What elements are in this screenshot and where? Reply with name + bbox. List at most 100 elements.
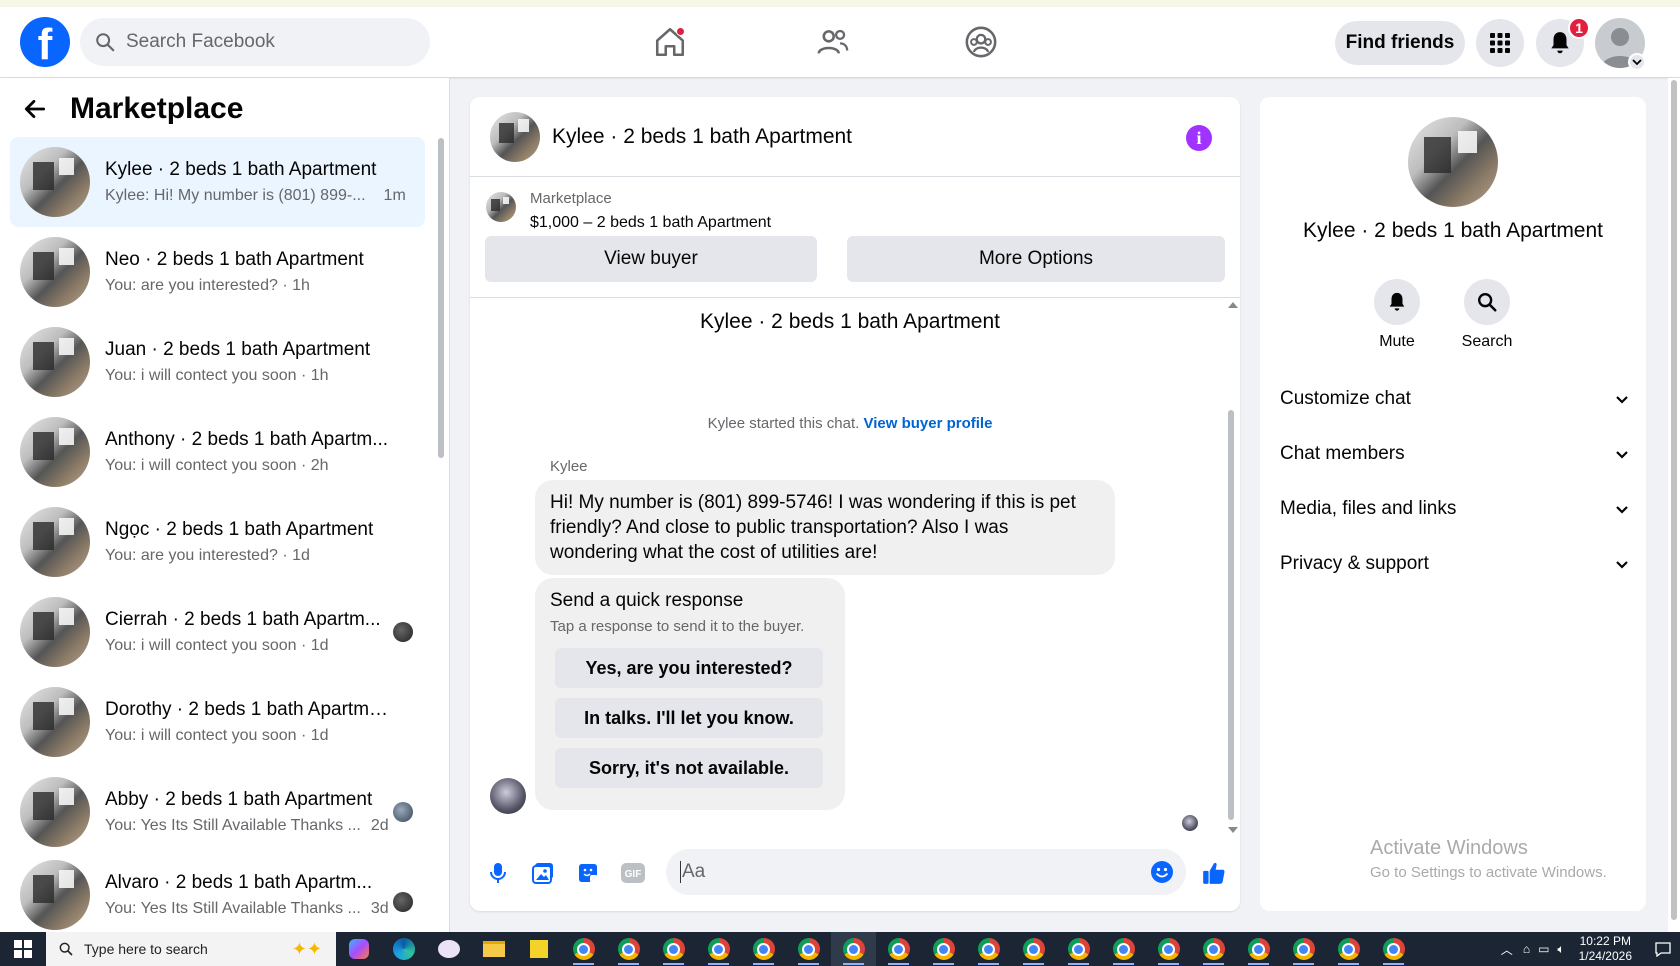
view-buyer-profile-link[interactable]: View buyer profile bbox=[863, 415, 992, 432]
paint-app[interactable] bbox=[426, 932, 471, 966]
taskbar-clock[interactable]: 10:22 PM 1/24/2026 bbox=[1579, 934, 1632, 964]
friends-nav-button[interactable] bbox=[808, 19, 858, 65]
back-arrow-icon[interactable] bbox=[22, 96, 48, 122]
view-buyer-button[interactable]: View buyer bbox=[485, 236, 817, 282]
chrome-app-3[interactable] bbox=[651, 932, 696, 966]
attach-photo-button[interactable] bbox=[525, 855, 561, 891]
chrome-app-6[interactable] bbox=[786, 932, 831, 966]
mute-action[interactable]: Mute bbox=[1352, 279, 1442, 351]
groups-nav-button[interactable] bbox=[956, 19, 1006, 65]
conversation-list-scrollbar[interactable] bbox=[437, 138, 445, 928]
chat-info-thumbnail[interactable] bbox=[1408, 117, 1498, 207]
account-chevron-button[interactable] bbox=[1628, 53, 1646, 71]
listing-title[interactable]: $1,000 – 2 beds 1 bath Apartment bbox=[530, 214, 771, 232]
volume-icon[interactable]: 🔈︎ bbox=[1557, 942, 1564, 957]
chrome-app-13[interactable] bbox=[1101, 932, 1146, 966]
chrome-app-15[interactable] bbox=[1191, 932, 1236, 966]
message-thread-scrollbar[interactable] bbox=[1225, 300, 1238, 835]
chrome-icon bbox=[887, 938, 910, 960]
conversation-item-anthony[interactable]: Anthony · 2 beds 1 bath Apartm... You: i… bbox=[10, 407, 425, 497]
sticker-button[interactable] bbox=[570, 855, 606, 891]
conversation-item-ngoc[interactable]: Ngọc · 2 beds 1 bath Apartment You: are … bbox=[10, 497, 425, 587]
chrome-app-9[interactable] bbox=[921, 932, 966, 966]
chevron-down-icon bbox=[1616, 506, 1628, 514]
taskbar-search-box[interactable]: Type here to search ✦✦ bbox=[46, 932, 336, 966]
facebook-logo[interactable]: f bbox=[20, 17, 70, 69]
start-button[interactable] bbox=[0, 932, 46, 966]
privacy-support-section[interactable]: Privacy & support bbox=[1280, 544, 1630, 584]
show-hidden-icons-chevron-icon[interactable]: ︿ bbox=[1501, 941, 1513, 958]
scrollbar-thumb[interactable] bbox=[1671, 80, 1677, 920]
menu-button[interactable] bbox=[1476, 19, 1524, 67]
scrollbar-thumb[interactable] bbox=[438, 138, 444, 458]
chrome-app-14[interactable] bbox=[1146, 932, 1191, 966]
message-input[interactable]: Aa bbox=[666, 849, 1186, 895]
more-options-button[interactable]: More Options bbox=[847, 236, 1225, 282]
file-explorer-app[interactable] bbox=[471, 932, 516, 966]
section-label: Privacy & support bbox=[1280, 553, 1429, 574]
chrome-app-8[interactable] bbox=[876, 932, 921, 966]
conversation-item-neo[interactable]: Neo · 2 beds 1 bath Apartment You: are y… bbox=[10, 227, 425, 317]
voice-clip-button[interactable] bbox=[480, 855, 516, 891]
chrome-app-19[interactable] bbox=[1371, 932, 1416, 966]
chrome-app-12[interactable] bbox=[1056, 932, 1101, 966]
chrome-app-7-active[interactable] bbox=[831, 932, 876, 966]
home-nav-button[interactable] bbox=[645, 19, 695, 65]
notifications-button[interactable]: 1 bbox=[1536, 17, 1590, 67]
sender-avatar[interactable] bbox=[490, 778, 526, 814]
chrome-app-11[interactable] bbox=[1011, 932, 1056, 966]
conversation-item-alvaro[interactable]: Alvaro · 2 beds 1 bath Apartm... You: Ye… bbox=[10, 857, 425, 932]
copilot-app[interactable] bbox=[336, 932, 381, 966]
scroll-down-arrow-icon[interactable] bbox=[1228, 827, 1238, 833]
scroll-up-arrow-icon[interactable] bbox=[1228, 302, 1238, 308]
search-in-chat-button[interactable] bbox=[1464, 279, 1510, 325]
chrome-app-5[interactable] bbox=[741, 932, 786, 966]
scrollbar-thumb[interactable] bbox=[1228, 410, 1234, 820]
chat-header-title[interactable]: Kylee · 2 beds 1 bath Apartment bbox=[552, 125, 852, 149]
chrome-icon bbox=[1247, 938, 1270, 960]
chrome-app-10[interactable] bbox=[966, 932, 1011, 966]
chrome-app-16[interactable] bbox=[1236, 932, 1281, 966]
listing-thumbnail bbox=[20, 687, 90, 757]
edge-app[interactable] bbox=[381, 932, 426, 966]
search-facebook-input[interactable]: Search Facebook bbox=[80, 18, 430, 66]
conversation-item-cierrah[interactable]: Cierrah · 2 beds 1 bath Apartm... You: i… bbox=[10, 587, 425, 677]
media-files-links-section[interactable]: Media, files and links bbox=[1280, 489, 1630, 529]
info-icon[interactable]: i bbox=[1186, 125, 1212, 151]
chrome-app-18[interactable] bbox=[1326, 932, 1371, 966]
emoji-icon[interactable] bbox=[1150, 860, 1174, 884]
conversation-item-dorothy[interactable]: Dorothy · 2 beds 1 bath Apartment You: i… bbox=[10, 677, 425, 767]
quick-response-in-talks-button[interactable]: In talks. I'll let you know. bbox=[555, 698, 823, 738]
chrome-app-1[interactable] bbox=[561, 932, 606, 966]
mute-button[interactable] bbox=[1374, 279, 1420, 325]
chrome-app-2[interactable] bbox=[606, 932, 651, 966]
conversation-snippet: You: i will contect you soon · 1d bbox=[105, 637, 329, 654]
conversation-item-kylee[interactable]: Kylee · 2 beds 1 bath Apartment Kylee: H… bbox=[10, 137, 425, 227]
quick-response-yes-button[interactable]: Yes, are you interested? bbox=[555, 648, 823, 688]
conversation-item-abby[interactable]: Abby · 2 beds 1 bath Apartment You: Yes … bbox=[10, 767, 425, 857]
thread-title: Kylee · 2 beds 1 bath Apartment bbox=[699, 310, 1001, 333]
chat-members-section[interactable]: Chat members bbox=[1280, 434, 1630, 474]
gif-button[interactable]: GIF bbox=[615, 855, 651, 891]
conversation-item-juan[interactable]: Juan · 2 beds 1 bath Apartment You: i wi… bbox=[10, 317, 425, 407]
chrome-app-4[interactable] bbox=[696, 932, 741, 966]
search-action[interactable]: Search bbox=[1442, 279, 1532, 351]
conversation-list-panel: Marketplace Kylee · 2 beds 1 bath Apartm… bbox=[0, 78, 450, 932]
listing-thumbnail bbox=[20, 327, 90, 397]
page-scrollbar[interactable] bbox=[1668, 78, 1680, 932]
action-center-button[interactable] bbox=[1646, 932, 1680, 966]
sticky-notes-app[interactable] bbox=[516, 932, 561, 966]
customize-chat-section[interactable]: Customize chat bbox=[1280, 379, 1630, 419]
display-icon[interactable]: ▭ bbox=[1538, 942, 1549, 956]
quick-response-not-available-button[interactable]: Sorry, it's not available. bbox=[555, 748, 823, 788]
listing-thumbnail[interactable] bbox=[486, 192, 516, 222]
chat-header-thumbnail[interactable] bbox=[490, 111, 540, 162]
network-icon[interactable]: ⌂ bbox=[1523, 942, 1530, 956]
send-like-button[interactable] bbox=[1196, 855, 1232, 891]
chrome-icon bbox=[1337, 938, 1360, 960]
find-friends-button[interactable]: Find friends bbox=[1335, 21, 1465, 65]
chrome-app-17[interactable] bbox=[1281, 932, 1326, 966]
started-text: Kylee started this chat. bbox=[707, 415, 860, 432]
sticker-icon bbox=[579, 864, 597, 882]
conversation-snippet: You: i will contect you soon · 2h bbox=[105, 457, 329, 474]
